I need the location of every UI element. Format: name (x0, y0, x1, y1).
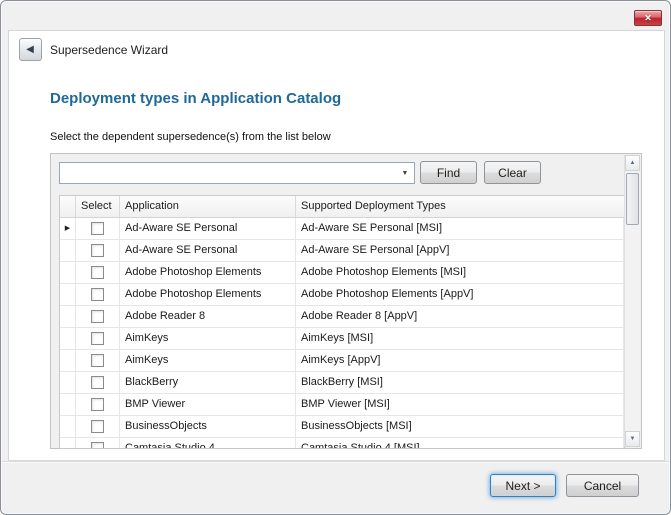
row-checkbox[interactable] (91, 288, 104, 301)
table-row[interactable]: ▶ BlackBerry BlackBerry [MSI] (60, 372, 624, 394)
row-checkbox[interactable] (91, 354, 104, 367)
row-deployment: AimKeys [MSI] (296, 328, 624, 349)
row-application: Adobe Photoshop Elements (120, 284, 296, 305)
wizard-title: Supersedence Wizard (50, 43, 168, 57)
row-select-cell (76, 262, 120, 283)
row-deployment: Camtasia Studio 4 [MSI] (296, 438, 624, 449)
chevron-down-icon: ▼ (402, 170, 409, 177)
back-button[interactable]: ◀ (19, 38, 42, 61)
row-indicator-cell: ▶ (60, 394, 76, 415)
find-button[interactable]: Find (420, 161, 477, 184)
row-select-cell (76, 350, 120, 371)
scrollbar-thumb[interactable] (626, 173, 639, 225)
row-indicator-cell: ▶ (60, 218, 76, 239)
vertical-scrollbar[interactable]: ▲ ▼ (624, 155, 640, 447)
row-select-cell (76, 306, 120, 327)
row-select-cell (76, 372, 120, 393)
row-deployment: Ad-Aware SE Personal [AppV] (296, 240, 624, 261)
row-application: BusinessObjects (120, 416, 296, 437)
row-application: Adobe Photoshop Elements (120, 262, 296, 283)
row-application: AimKeys (120, 350, 296, 371)
table-row[interactable]: ▶ Ad-Aware SE Personal Ad-Aware SE Perso… (60, 218, 624, 240)
column-header-deployment-types[interactable]: Supported Deployment Types (296, 196, 624, 217)
row-application: Camtasia Studio 4 (120, 438, 296, 449)
row-indicator-cell: ▶ (60, 438, 76, 449)
page-heading: Deployment types in Application Catalog (50, 90, 341, 107)
table-body: ▶ Ad-Aware SE Personal Ad-Aware SE Perso… (60, 218, 624, 449)
next-button[interactable]: Next > (490, 474, 556, 497)
table-row[interactable]: ▶ Ad-Aware SE Personal Ad-Aware SE Perso… (60, 240, 624, 262)
row-select-cell (76, 218, 120, 239)
row-application: Ad-Aware SE Personal (120, 240, 296, 261)
row-indicator-cell: ▶ (60, 284, 76, 305)
table-row[interactable]: ▶ Adobe Photoshop Elements Adobe Photosh… (60, 262, 624, 284)
scroll-up-button[interactable]: ▲ (625, 155, 640, 171)
row-indicator-cell: ▶ (60, 416, 76, 437)
combo-dropdown-button[interactable]: ▼ (396, 163, 414, 183)
table-row[interactable]: ▶ BusinessObjects BusinessObjects [MSI] (60, 416, 624, 438)
close-icon: ✕ (644, 13, 652, 24)
row-deployment: BlackBerry [MSI] (296, 372, 624, 393)
row-select-cell (76, 328, 120, 349)
row-checkbox[interactable] (91, 398, 104, 411)
wizard-window: ✕ ◀ Supersedence Wizard Deployment types… (0, 0, 671, 515)
table-row[interactable]: ▶ AimKeys AimKeys [AppV] (60, 350, 624, 372)
row-application: AimKeys (120, 328, 296, 349)
scroll-down-icon: ▼ (630, 436, 636, 442)
table-row[interactable]: ▶ AimKeys AimKeys [MSI] (60, 328, 624, 350)
table-row[interactable]: ▶ Camtasia Studio 4 Camtasia Studio 4 [M… (60, 438, 624, 449)
back-arrow-icon: ◀ (26, 45, 34, 55)
table-row[interactable]: ▶ Adobe Reader 8 Adobe Reader 8 [AppV] (60, 306, 624, 328)
row-deployment: Adobe Reader 8 [AppV] (296, 306, 624, 327)
client-area: ◀ Supersedence Wizard Deployment types i… (8, 30, 665, 461)
table-row[interactable]: ▶ Adobe Photoshop Elements Adobe Photosh… (60, 284, 624, 306)
close-button[interactable]: ✕ (634, 10, 662, 26)
column-header-row-indicator (60, 196, 76, 217)
table-row[interactable]: ▶ BMP Viewer BMP Viewer [MSI] (60, 394, 624, 416)
column-header-application[interactable]: Application (120, 196, 296, 217)
row-checkbox[interactable] (91, 310, 104, 323)
filter-combobox[interactable]: ▼ (59, 162, 415, 184)
row-indicator-cell: ▶ (60, 262, 76, 283)
row-checkbox[interactable] (91, 420, 104, 433)
row-indicator-cell: ▶ (60, 328, 76, 349)
row-indicator-cell: ▶ (60, 240, 76, 261)
clear-button[interactable]: Clear (484, 161, 541, 184)
row-deployment: Adobe Photoshop Elements [AppV] (296, 284, 624, 305)
row-application: BMP Viewer (120, 394, 296, 415)
list-panel: ▼ Find Clear Select Application Supporte… (50, 153, 642, 449)
row-indicator-cell: ▶ (60, 350, 76, 371)
scroll-down-button[interactable]: ▼ (625, 431, 640, 447)
row-deployment: Adobe Photoshop Elements [MSI] (296, 262, 624, 283)
row-select-cell (76, 438, 120, 449)
row-deployment: BusinessObjects [MSI] (296, 416, 624, 437)
row-select-cell (76, 284, 120, 305)
row-deployment: Ad-Aware SE Personal [MSI] (296, 218, 624, 239)
row-select-cell (76, 240, 120, 261)
cancel-button[interactable]: Cancel (566, 474, 639, 497)
row-select-cell (76, 394, 120, 415)
current-row-indicator-icon: ▶ (65, 218, 70, 239)
row-checkbox[interactable] (91, 332, 104, 345)
row-checkbox[interactable] (91, 376, 104, 389)
row-checkbox[interactable] (91, 442, 104, 449)
row-indicator-cell: ▶ (60, 372, 76, 393)
supersedence-table: Select Application Supported Deployment … (59, 195, 625, 449)
row-application: Adobe Reader 8 (120, 306, 296, 327)
scroll-up-icon: ▲ (630, 160, 636, 166)
instruction-label: Select the dependent supersedence(s) fro… (50, 131, 331, 143)
row-application: BlackBerry (120, 372, 296, 393)
row-indicator-cell: ▶ (60, 306, 76, 327)
filter-combobox-input[interactable] (60, 163, 414, 183)
row-application: Ad-Aware SE Personal (120, 218, 296, 239)
row-checkbox[interactable] (91, 266, 104, 279)
column-header-select[interactable]: Select (76, 196, 120, 217)
row-deployment: BMP Viewer [MSI] (296, 394, 624, 415)
footer-separator (2, 461, 669, 462)
row-select-cell (76, 416, 120, 437)
table-header: Select Application Supported Deployment … (60, 196, 624, 218)
row-deployment: AimKeys [AppV] (296, 350, 624, 371)
row-checkbox[interactable] (91, 244, 104, 257)
row-checkbox[interactable] (91, 222, 104, 235)
